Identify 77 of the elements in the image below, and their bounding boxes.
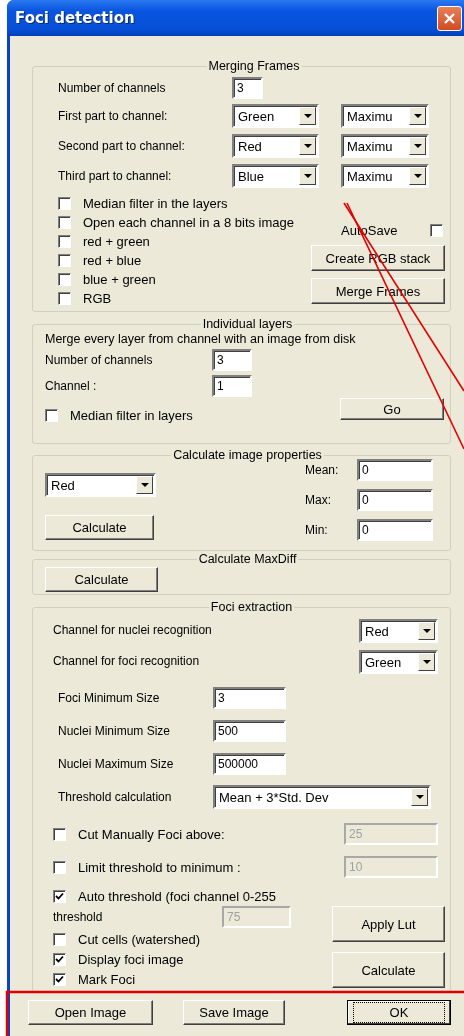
checkbox[interactable]: [58, 273, 71, 286]
group-title: Foci extraction: [209, 600, 294, 614]
field-label: Nuclei Minimum Size: [57, 724, 172, 738]
group-title: Calculate image properties: [172, 448, 323, 462]
checkbox-label: Cut cells (watershed): [78, 931, 201, 947]
checkbox[interactable]: [58, 235, 71, 248]
checkbox[interactable]: [58, 292, 71, 305]
checkbox-label: Auto threshold (foci channel 0-255: [78, 889, 276, 904]
field-label: Min:: [305, 523, 329, 537]
checkbox[interactable]: [58, 197, 71, 210]
dropdown[interactable]: Red: [359, 619, 438, 643]
field-label: Channel for foci recognition: [53, 653, 200, 670]
input-field[interactable]: 500: [213, 720, 286, 742]
dropdown[interactable]: Red: [232, 134, 319, 158]
dropdown[interactable]: Green: [359, 650, 438, 674]
action-button[interactable]: Apply Lut: [332, 906, 445, 942]
checkbox[interactable]: [53, 890, 66, 903]
footer-button[interactable]: Open Image: [28, 999, 153, 1025]
go-button[interactable]: Go: [340, 398, 444, 420]
input-field[interactable]: 0: [357, 459, 433, 481]
calculate-button[interactable]: Calculate: [45, 567, 158, 592]
checkbox-label: Display foci image: [78, 951, 184, 967]
group-title: Calculate MaxDiff: [197, 552, 298, 566]
checkbox[interactable]: [58, 254, 71, 267]
group-title: Individual layers: [201, 317, 294, 331]
dropdown[interactable]: Maximu: [341, 164, 429, 188]
input-field[interactable]: 3: [212, 349, 252, 371]
field-label: Nuclei Maximum Size: [57, 757, 175, 771]
description-text: Merge every layer from channel with an image from disk: [45, 332, 357, 346]
dropdown[interactable]: Maximu: [341, 134, 429, 158]
field-label: Number of channels: [45, 353, 154, 367]
checkbox-label: Median filter in layers: [70, 408, 193, 423]
field-label: Third part to channel:: [58, 169, 173, 183]
checkbox-label: Mark Foci: [78, 971, 136, 987]
footer-button[interactable]: Save Image: [183, 999, 285, 1025]
checkbox[interactable]: [53, 972, 66, 986]
field-label: First part to channel:: [58, 109, 169, 123]
window-title: Foci detection: [15, 9, 135, 27]
calculate-button[interactable]: Calculate: [45, 515, 154, 540]
action-button[interactable]: Calculate: [332, 952, 445, 988]
field-label: Channel :: [45, 379, 98, 393]
close-icon: [443, 11, 456, 25]
dropdown[interactable]: Blue: [232, 164, 319, 188]
checkbox[interactable]: [45, 409, 58, 422]
field-label: Number of channels: [58, 81, 167, 95]
dropdown[interactable]: Maximu: [341, 104, 429, 128]
checkbox-label: red + green: [83, 234, 150, 249]
dropdown[interactable]: Red: [45, 473, 156, 497]
checkbox-label: Median filter in the layers: [83, 196, 228, 211]
group-title: Merging Frames: [207, 59, 301, 73]
input-field[interactable]: 0: [357, 519, 433, 541]
footer-button[interactable]: OK: [347, 999, 451, 1025]
input-field[interactable]: 1: [212, 375, 252, 397]
checkbox-label: RGB: [83, 291, 112, 306]
field-label: Foci Minimum Size: [57, 691, 161, 705]
field-label: Max:: [305, 493, 332, 507]
input-field[interactable]: 0: [357, 489, 433, 511]
input-field[interactable]: 3: [232, 77, 263, 99]
checkbox-label: Open each channel in a 8 bits image: [83, 215, 295, 230]
checkbox[interactable]: [58, 216, 71, 229]
checkbox[interactable]: [430, 223, 443, 237]
field-label: Channel for nuclei recognition: [53, 622, 212, 639]
checkbox-label: Limit threshold to minimum :: [78, 859, 241, 875]
field-label: threshold: [52, 910, 104, 924]
close-button[interactable]: [437, 5, 462, 31]
checkbox-label: Cut Manually Foci above:: [78, 826, 225, 842]
checkbox-label: red + blue: [83, 253, 142, 268]
field-label: Second part to channel:: [58, 139, 186, 153]
checkbox[interactable]: [53, 932, 66, 946]
dropdown[interactable]: Green: [232, 104, 319, 128]
input-field[interactable]: 500000: [213, 753, 286, 775]
checkbox[interactable]: [53, 952, 66, 966]
checkbox-label: blue + green: [83, 272, 156, 287]
field-label: Threshold calculation: [57, 790, 173, 804]
dropdown[interactable]: Mean + 3*Std. Dev: [213, 785, 431, 809]
field-label: Mean:: [305, 463, 340, 477]
input-field[interactable]: 3: [213, 687, 286, 709]
